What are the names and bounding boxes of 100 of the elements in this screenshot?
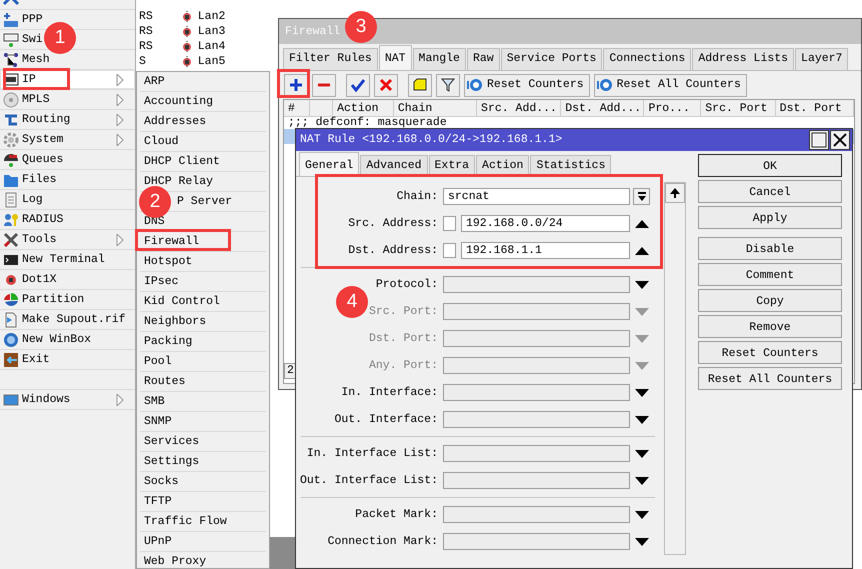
menu-item[interactable]: New Terminal bbox=[0, 250, 135, 270]
dropdown-arrow-icon[interactable] bbox=[634, 510, 648, 518]
dialog-button[interactable]: Apply bbox=[698, 206, 842, 229]
dialog-button[interactable]: Comment bbox=[698, 263, 842, 286]
menu-item[interactable]: Exit bbox=[0, 350, 135, 370]
dialog-button[interactable]: Disable bbox=[698, 237, 842, 260]
menu-item[interactable]: Neighbors bbox=[144, 315, 206, 328]
menu-item[interactable]: RADIUS bbox=[0, 210, 135, 230]
menu-item[interactable]: Dot1X bbox=[0, 270, 135, 290]
menu-item[interactable]: Addresses bbox=[144, 115, 206, 128]
dialog-button[interactable]: Reset All Counters bbox=[698, 367, 842, 390]
tab[interactable]: NAT bbox=[378, 45, 412, 70]
comment-button[interactable] bbox=[408, 74, 432, 96]
dropdown-arrow-icon[interactable] bbox=[634, 538, 648, 546]
menu-item[interactable]: SNMP bbox=[144, 415, 172, 428]
menu-item[interactable]: Make Supout.rif bbox=[0, 310, 135, 330]
up-arrow-icon[interactable] bbox=[634, 220, 648, 228]
input-field[interactable] bbox=[443, 330, 630, 347]
add-button[interactable] bbox=[284, 74, 308, 96]
input-field[interactable] bbox=[443, 533, 630, 550]
menu-item[interactable]: Queues bbox=[0, 150, 135, 170]
tab[interactable]: Connections bbox=[603, 48, 692, 70]
scrollbar[interactable] bbox=[664, 182, 686, 555]
input-field[interactable]: srcnat bbox=[443, 188, 630, 205]
input-field[interactable] bbox=[443, 472, 630, 489]
dialog-button[interactable]: OK bbox=[698, 154, 842, 177]
menu-item[interactable]: DNS bbox=[144, 215, 165, 228]
menu-item[interactable]: Hotspot bbox=[144, 255, 192, 268]
menu-item[interactable]: Cloud bbox=[144, 135, 179, 148]
menu-item[interactable]: Services bbox=[144, 435, 200, 448]
column-header[interactable]: Src. Add... bbox=[477, 100, 562, 116]
menu-item[interactable]: MPLS bbox=[0, 90, 135, 110]
column-header[interactable]: Src. Port bbox=[701, 100, 776, 116]
column-header[interactable]: Pro... bbox=[644, 100, 702, 116]
tab[interactable]: Raw bbox=[466, 48, 500, 70]
menu-item[interactable]: System bbox=[0, 130, 135, 150]
menu-item[interactable]: Traffic Flow bbox=[144, 515, 227, 528]
dialog-button[interactable]: Reset Counters bbox=[698, 341, 842, 364]
tab[interactable]: General bbox=[299, 152, 360, 176]
checkbox[interactable] bbox=[443, 243, 456, 258]
menu-item[interactable]: Socks bbox=[144, 475, 179, 488]
tab[interactable]: Extra bbox=[428, 155, 476, 176]
menu-item[interactable]: UPnP bbox=[144, 535, 172, 548]
menu-item[interactable]: ARP bbox=[144, 75, 165, 88]
menu-item[interactable]: New WinBox bbox=[0, 330, 135, 350]
menu-item[interactable]: Routes bbox=[144, 375, 186, 388]
reset-button[interactable]: Reset Counters bbox=[464, 74, 590, 96]
menu-item[interactable]: DHCP Client bbox=[144, 155, 220, 168]
tab[interactable]: Layer7 bbox=[795, 48, 848, 70]
menu-item[interactable]: DHCP Relay bbox=[144, 175, 214, 188]
up-arrow-icon[interactable] bbox=[634, 246, 648, 254]
input-field[interactable] bbox=[443, 357, 630, 374]
input-field[interactable]: 192.168.0.0/24 bbox=[461, 215, 630, 232]
dialog-button[interactable]: Remove bbox=[698, 315, 842, 338]
menu-item[interactable]: Pool bbox=[144, 355, 172, 368]
input-field[interactable] bbox=[443, 445, 630, 462]
remove-button[interactable] bbox=[312, 74, 336, 96]
tab[interactable]: Filter Rules bbox=[283, 48, 378, 70]
tab[interactable]: Action bbox=[476, 155, 530, 176]
dialog-button[interactable]: Copy bbox=[698, 289, 842, 312]
menu-item[interactable]: Accounting bbox=[144, 95, 214, 108]
tab[interactable]: Statistics bbox=[530, 155, 612, 176]
menu-item[interactable]: Web Proxy bbox=[144, 555, 206, 568]
enable-button[interactable] bbox=[346, 74, 370, 96]
reset-button[interactable]: Reset All Counters bbox=[594, 74, 747, 96]
input-field[interactable] bbox=[443, 411, 630, 428]
input-field[interactable] bbox=[443, 276, 630, 293]
dropdown-arrow-icon[interactable] bbox=[634, 388, 648, 396]
input-field[interactable]: 192.168.1.1 bbox=[461, 242, 630, 259]
menu-item[interactable]: Settings bbox=[144, 455, 200, 468]
menu-item[interactable]: Partition bbox=[0, 290, 135, 310]
checkbox[interactable] bbox=[443, 216, 456, 231]
menu-item[interactable]: Routing bbox=[0, 110, 135, 130]
menu-item[interactable]: P Server bbox=[177, 195, 232, 208]
scroll-up-button[interactable] bbox=[665, 183, 685, 203]
filter-button[interactable] bbox=[436, 74, 460, 96]
dropdown-button[interactable] bbox=[633, 188, 650, 205]
column-header[interactable]: Dst. Port bbox=[776, 100, 854, 116]
column-header[interactable]: Action bbox=[333, 100, 394, 116]
menu-item[interactable]: SMB bbox=[144, 395, 165, 408]
tab[interactable]: Advanced bbox=[360, 155, 428, 176]
menu-item[interactable]: Packing bbox=[144, 335, 192, 348]
column-header[interactable]: Chain bbox=[394, 100, 478, 116]
menu-item[interactable]: IPsec bbox=[144, 275, 179, 288]
column-header[interactable]: Dst. Add... bbox=[561, 100, 644, 116]
menu-item[interactable]: Kid Control bbox=[144, 295, 220, 308]
input-field[interactable] bbox=[443, 506, 630, 523]
dropdown-arrow-icon[interactable] bbox=[634, 476, 648, 484]
menu-item[interactable]: Log bbox=[0, 190, 135, 210]
column-header[interactable]: # bbox=[284, 100, 310, 116]
menu-item[interactable]: Tools bbox=[0, 230, 135, 250]
dialog-button[interactable]: Cancel bbox=[698, 180, 842, 203]
input-field[interactable] bbox=[443, 303, 630, 320]
tab[interactable]: Address Lists bbox=[692, 48, 794, 70]
tab[interactable]: Mangle bbox=[412, 48, 466, 70]
dropdown-arrow-icon[interactable] bbox=[634, 416, 648, 424]
disable-button[interactable] bbox=[374, 74, 398, 96]
maximize-button[interactable] bbox=[809, 130, 829, 150]
dropdown-arrow-icon[interactable] bbox=[634, 450, 648, 458]
input-field[interactable] bbox=[443, 384, 630, 401]
